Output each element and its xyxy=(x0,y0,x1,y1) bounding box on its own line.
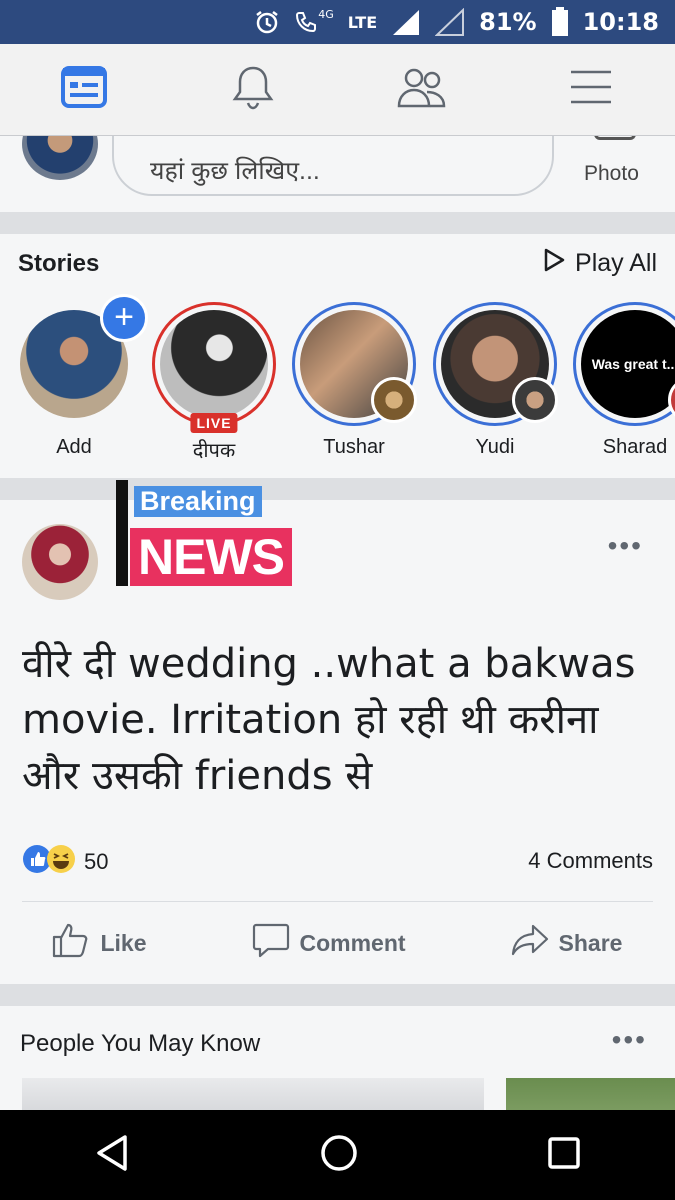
story-mini-avatar xyxy=(512,377,558,423)
comment-button[interactable]: Comment xyxy=(252,922,406,964)
haha-reaction-icon xyxy=(46,844,76,879)
add-story-icon[interactable]: + xyxy=(100,294,148,342)
story-name: Yudi xyxy=(475,436,515,458)
stories-title: Stories xyxy=(18,250,100,277)
menu-icon xyxy=(570,69,612,110)
battery-icon xyxy=(551,7,569,37)
post-author-avatar[interactable] xyxy=(22,524,98,600)
play-icon xyxy=(543,248,565,279)
network-type: LTE xyxy=(347,12,378,32)
notifications-tab[interactable] xyxy=(213,60,293,120)
story-mini-avatar xyxy=(371,377,417,423)
photo-button[interactable]: Photo xyxy=(584,162,639,186)
stories-section: Stories Play All + Add LIVE दीपक Tushar xyxy=(0,234,675,478)
live-badge: LIVE xyxy=(190,413,238,433)
reaction-count: 50 xyxy=(84,848,109,874)
story-live[interactable]: LIVE दीपक xyxy=(150,302,278,463)
menu-tab[interactable] xyxy=(551,60,631,120)
like-button[interactable]: Like xyxy=(52,922,147,964)
post-text: वीरे दी wedding ..what a bakwas movie. I… xyxy=(22,641,636,799)
people-you-may-know: People You May Know ••• xyxy=(0,1006,675,1116)
signal-empty-icon xyxy=(435,8,465,36)
news-feed-icon xyxy=(61,66,108,113)
post-options-icon[interactable]: ••• xyxy=(608,530,643,562)
back-icon[interactable] xyxy=(95,1134,131,1177)
status-bar: 4G LTE 81% 10:18 xyxy=(0,0,675,44)
clock: 10:18 xyxy=(582,8,659,36)
post-actions: Like Comment Share xyxy=(0,902,675,984)
story-sharad[interactable]: Was great t... Sharad xyxy=(571,302,675,459)
status-input[interactable]: यहां कुछ लिखिए... xyxy=(112,136,554,196)
play-all-label: Play All xyxy=(575,249,657,277)
user-avatar[interactable] xyxy=(22,136,98,180)
story-name: Add xyxy=(56,436,92,458)
status-placeholder: यहां कुछ लिखिए... xyxy=(150,157,320,185)
top-nav-bar xyxy=(0,44,675,136)
comments-count[interactable]: 4 Comments xyxy=(528,848,653,874)
share-button[interactable]: Share xyxy=(511,923,623,963)
status-composer: यहां कुछ लिखिए... Photo xyxy=(0,136,675,212)
story-name: Tushar xyxy=(323,436,385,458)
alarm-icon xyxy=(254,9,280,35)
feed-post: Breaking NEWS ••• वीरे दी wedding ..what… xyxy=(0,480,675,984)
share-label: Share xyxy=(558,929,623,956)
story-text-preview: Was great t... xyxy=(581,310,675,418)
news-feed-tab[interactable] xyxy=(44,60,124,120)
news-label: NEWS xyxy=(130,528,292,586)
share-icon xyxy=(511,923,549,963)
system-nav-bar xyxy=(0,1110,675,1200)
like-label: Like xyxy=(100,929,147,956)
notifications-icon xyxy=(232,64,274,115)
story-add[interactable]: + Add xyxy=(10,294,148,459)
friends-icon xyxy=(397,66,447,113)
pymk-title: People You May Know xyxy=(20,1030,261,1057)
story-tushar[interactable]: Tushar xyxy=(290,302,418,459)
recents-icon[interactable] xyxy=(547,1136,581,1175)
story-yudi[interactable]: Yudi xyxy=(431,302,559,459)
home-icon[interactable] xyxy=(320,1134,358,1177)
story-name: दीपक xyxy=(192,440,236,462)
comment-label: Comment xyxy=(299,929,406,956)
story-avatar xyxy=(160,310,268,418)
play-all-button[interactable]: Play All xyxy=(543,248,657,279)
comment-icon xyxy=(252,922,290,964)
volte-call-icon: 4G xyxy=(294,7,334,34)
breaking-label: Breaking xyxy=(134,486,262,517)
friends-tab[interactable] xyxy=(382,60,462,120)
battery-percent: 81% xyxy=(479,8,537,36)
photo-icon[interactable] xyxy=(594,136,636,140)
reactions-summary[interactable]: 50 xyxy=(22,844,108,879)
overlay-bar xyxy=(116,480,128,586)
pymk-options-icon[interactable]: ••• xyxy=(612,1024,647,1056)
signal-icon xyxy=(391,8,421,36)
like-icon xyxy=(52,922,90,964)
network-badge: 4G xyxy=(318,7,334,21)
story-name: Sharad xyxy=(602,436,668,458)
